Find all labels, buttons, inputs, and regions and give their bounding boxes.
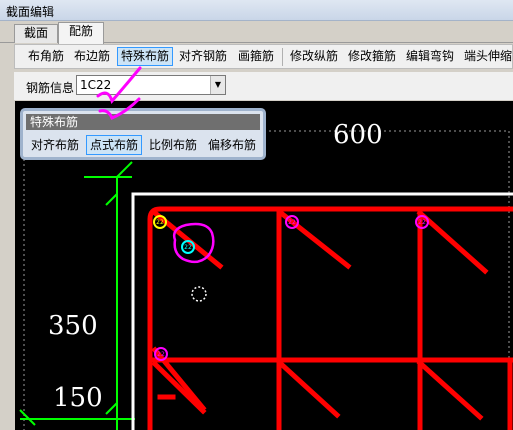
align-layout-button[interactable]: 对齐布筋 bbox=[27, 135, 83, 155]
rebar-tag: 22 bbox=[418, 219, 426, 226]
dimension-600: 600 bbox=[333, 120, 383, 150]
rebar-info-label: 钢筋信息 bbox=[26, 81, 75, 95]
point-layout-button[interactable]: 点式布筋 bbox=[86, 135, 142, 155]
special-rebar-button[interactable]: 特殊布筋 bbox=[117, 47, 173, 66]
rebar-info-select[interactable]: 1C22 ▼ bbox=[76, 75, 226, 95]
rebar-tag: 22 bbox=[157, 351, 165, 358]
end-extend-button[interactable]: 端头伸缩 bbox=[461, 47, 513, 66]
modify-stirrup-button[interactable]: 修改箍筋 bbox=[345, 47, 399, 66]
rebar-markers bbox=[153, 215, 429, 361]
draw-stirrup-button[interactable]: 画箍筋 bbox=[235, 47, 277, 66]
tab-strip: 截面 配筋 bbox=[0, 21, 513, 44]
edit-hook-button[interactable]: 编辑弯钩 bbox=[403, 47, 457, 66]
reinforcement-toolbar: 布角筋 布边筋 特殊布筋 对齐钢筋 画箍筋 修改纵筋 修改箍筋 编辑弯钩 端头伸… bbox=[14, 44, 513, 69]
dimension-350: 350 bbox=[48, 311, 98, 341]
rebar-placement-cursor bbox=[191, 286, 207, 302]
offset-layout-button[interactable]: 偏移布筋 bbox=[204, 135, 260, 155]
edge-rebar-button[interactable]: 布边筋 bbox=[71, 47, 113, 66]
rebar-tag: 22 bbox=[288, 219, 296, 226]
window-title: 截面编辑 bbox=[6, 5, 55, 19]
tab-section[interactable]: 截面 bbox=[14, 24, 58, 43]
rebar-tag: 22 bbox=[184, 244, 192, 251]
popup-title: 特殊布筋 bbox=[26, 114, 260, 130]
rebar-tag: 22 bbox=[156, 219, 164, 226]
chevron-down-icon[interactable]: ▼ bbox=[210, 76, 225, 94]
tab-reinforcement[interactable]: 配筋 bbox=[58, 22, 104, 44]
special-rebar-popup: 特殊布筋 对齐布筋 点式布筋 比例布筋 偏移布筋 bbox=[20, 108, 266, 160]
rebar-info-value: 1C22 bbox=[80, 78, 112, 92]
toolbar-separator bbox=[282, 48, 283, 66]
align-rebar-button[interactable]: 对齐钢筋 bbox=[177, 47, 229, 66]
ratio-layout-button[interactable]: 比例布筋 bbox=[145, 135, 201, 155]
rebar-info-row: 钢筋信息 1C22 ▼ bbox=[14, 72, 513, 100]
dimension-150: 150 bbox=[53, 383, 103, 413]
window-title-bar: 截面编辑 bbox=[0, 0, 513, 21]
stirrup-lines bbox=[147, 206, 513, 430]
rebar-tag-labels: 22 22 22 22 22 bbox=[156, 219, 426, 358]
modify-longitudinal-button[interactable]: 修改纵筋 bbox=[287, 47, 341, 66]
corner-rebar-button[interactable]: 布角筋 bbox=[25, 47, 67, 66]
